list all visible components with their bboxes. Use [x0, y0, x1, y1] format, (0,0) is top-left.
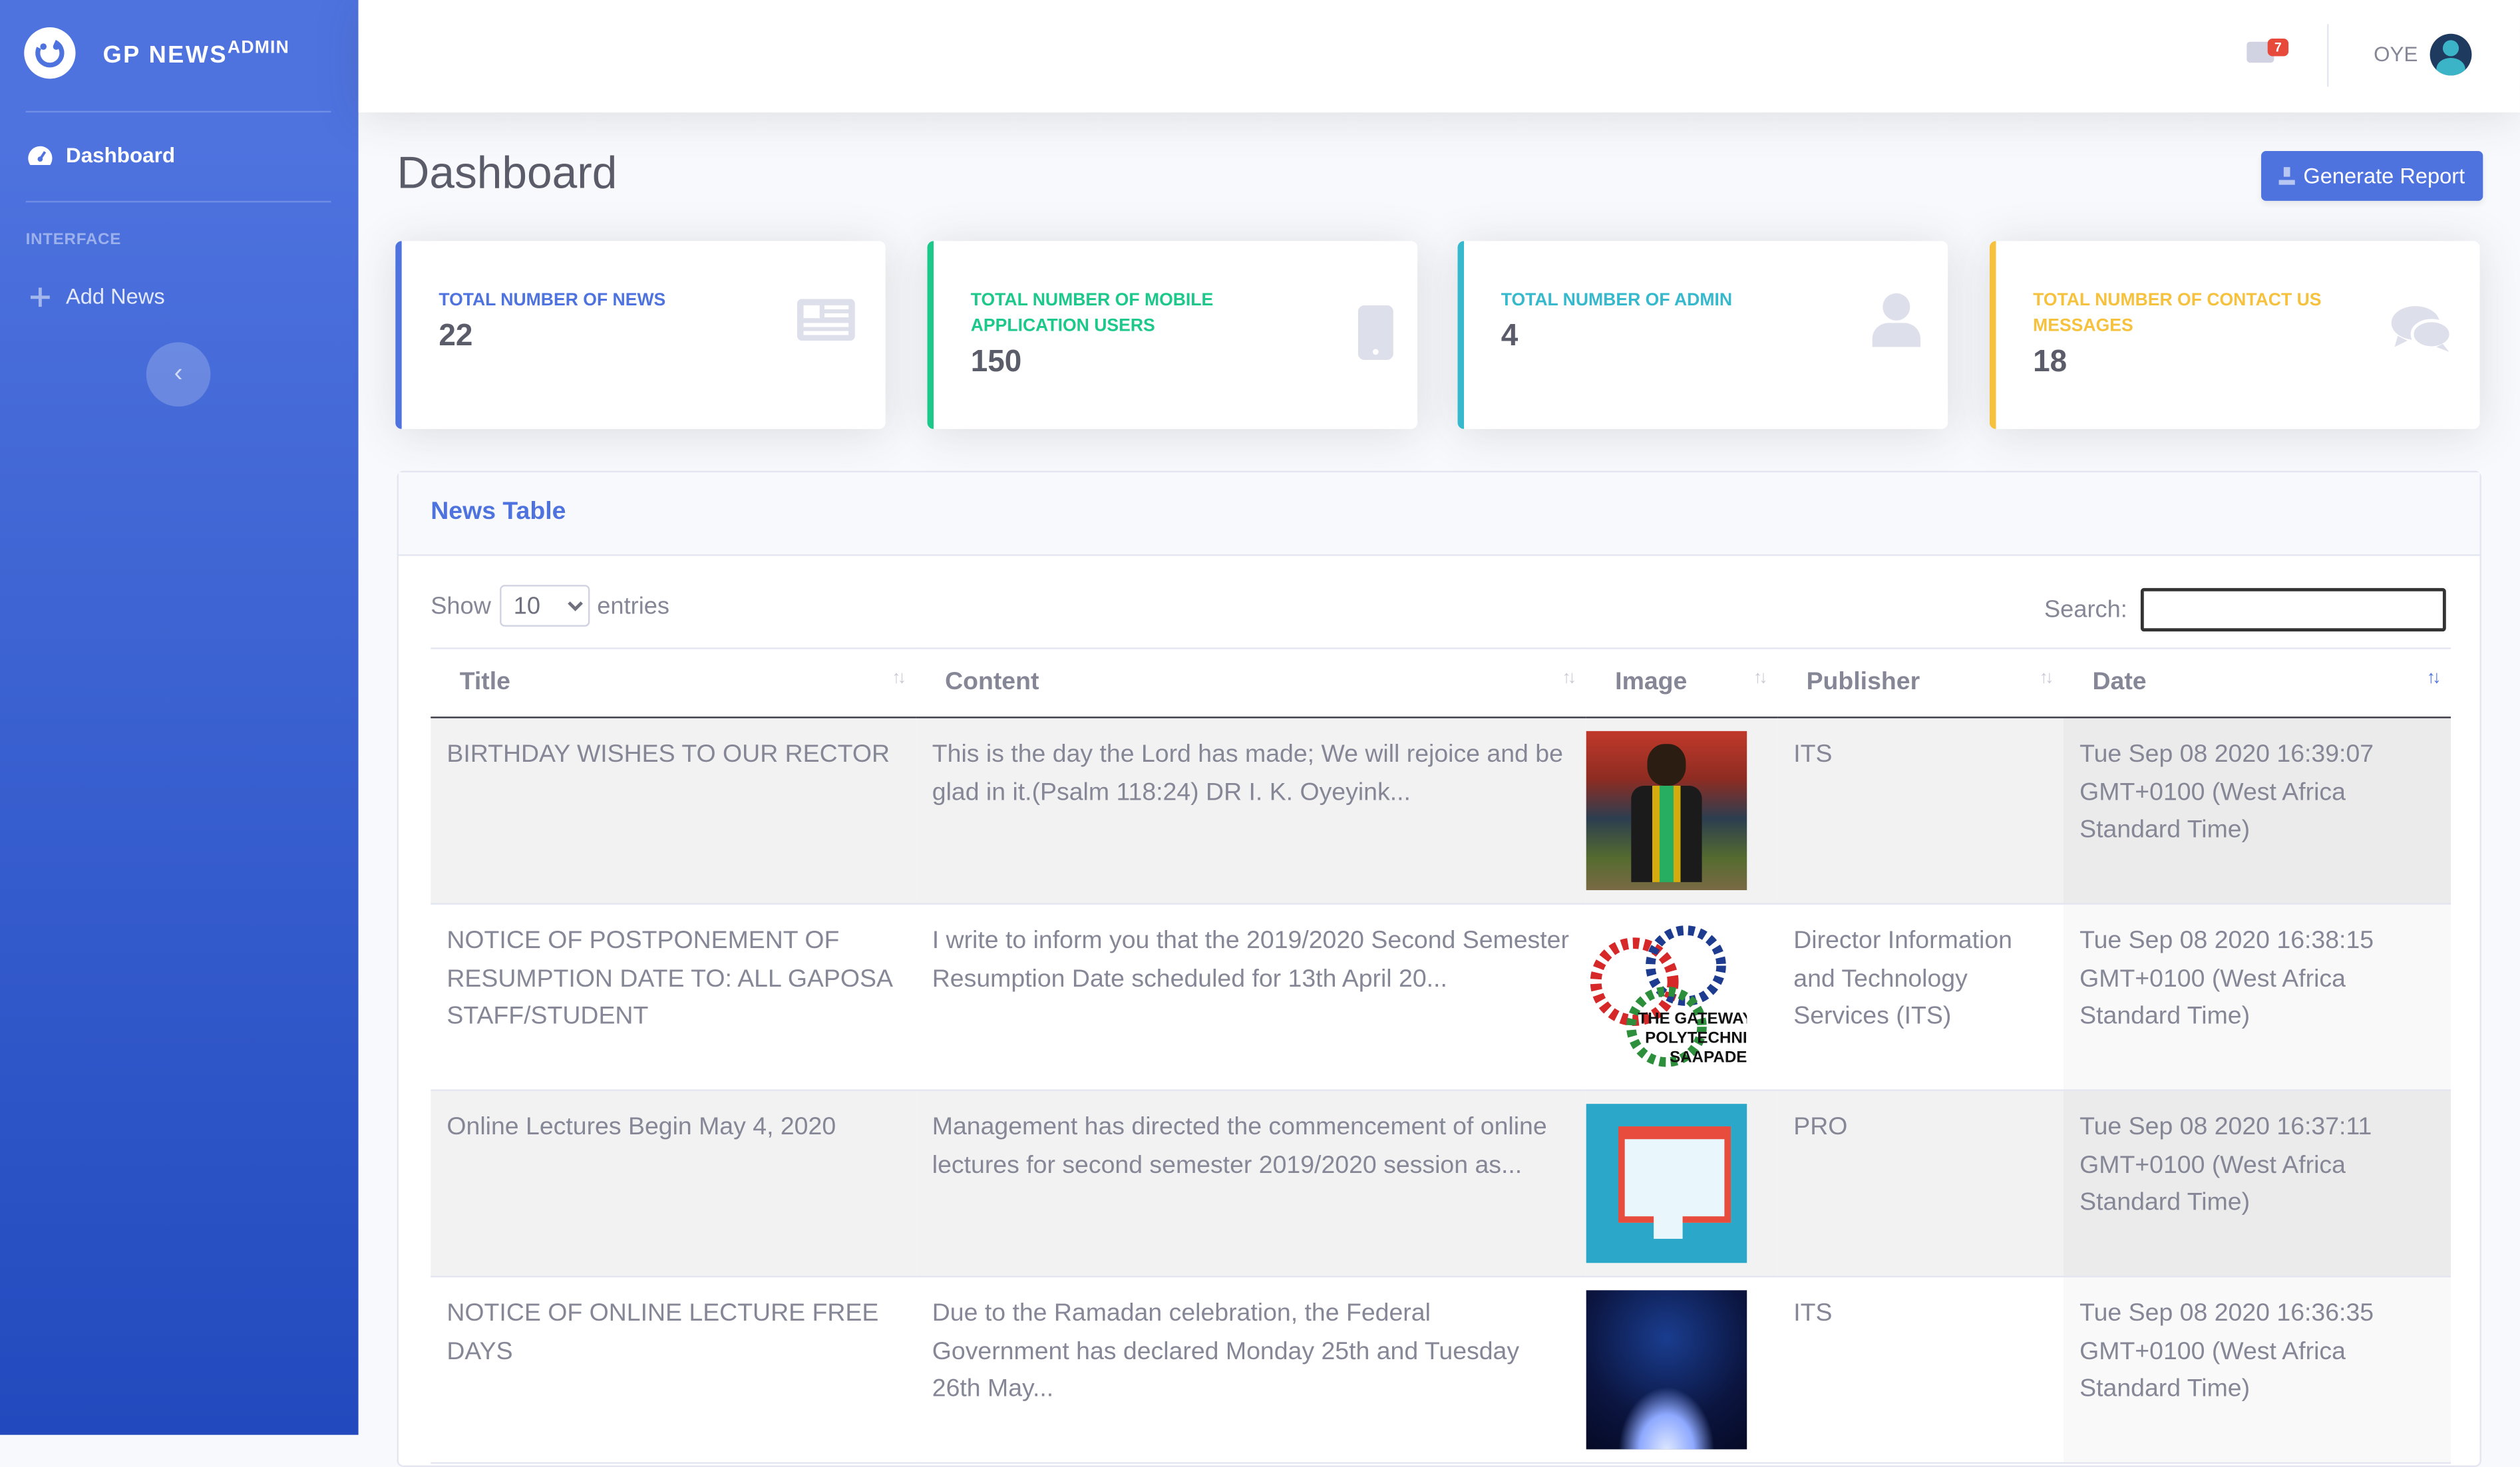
logo-line-2: POLYTECHNIC: [1645, 1029, 1747, 1047]
column-header-publisher[interactable]: Publisher ↑↓: [1777, 647, 2064, 719]
news-table-card: News Table Show 10 entries Search: Title…: [397, 470, 2481, 1467]
sort-icon: ↑↓: [2039, 668, 2054, 688]
stat-card-title: TOTAL NUMBER OF MOBILE APPLICATION USERS: [970, 291, 1214, 336]
cell-date: Tue Sep 08 2020 16:39:07 GMT+0100 (West …: [2063, 717, 2451, 905]
generate-report-button[interactable]: Generate Report: [2261, 151, 2483, 201]
stat-card-value: 18: [2033, 345, 2068, 379]
card-header: News Table: [398, 472, 2480, 556]
stat-card-value: 4: [1501, 319, 1519, 354]
column-header-date[interactable]: Date ↑↓: [2063, 647, 2451, 719]
plus-icon: [26, 283, 53, 310]
column-header-label: Title: [459, 668, 511, 696]
cell-content: This is the day the Lord has made; We wi…: [916, 717, 1586, 905]
cell-publisher: Director Information and Technology Serv…: [1777, 903, 2064, 1091]
column-header-label: Image: [1615, 668, 1688, 696]
stat-card-news: TOTAL NUMBER OF NEWS 22: [395, 241, 886, 429]
logo-line-3: SAAPADE: [1670, 1048, 1747, 1066]
cell-date: Tue Sep 08 2020 16:37:11 GMT+0100 (West …: [2063, 1090, 2451, 1278]
sidebar-item-add-news[interactable]: Add News: [26, 283, 165, 310]
entries-label: entries: [597, 591, 670, 620]
news-thumbnail-image: [1586, 1290, 1747, 1450]
search-input[interactable]: [2140, 587, 2446, 632]
news-thumbnail-image: [1586, 731, 1747, 890]
newspaper-icon: [797, 299, 855, 349]
tachometer-icon: [26, 142, 53, 169]
sidebar-divider: [25, 110, 331, 113]
laugh-wink-icon: [24, 27, 76, 79]
mobile-icon: [1357, 305, 1393, 368]
stat-card-title: TOTAL NUMBER OF NEWS: [439, 291, 666, 311]
sort-icon: ↑↓: [892, 668, 906, 688]
stat-card-mobile-users: TOTAL NUMBER OF MOBILE APPLICATION USERS…: [927, 241, 1418, 429]
sidebar-item-dashboard[interactable]: Dashboard: [26, 142, 175, 169]
table-row[interactable]: Online Lectures Begin May 4, 2020 Manage…: [431, 1090, 2451, 1278]
sort-icon: ↑↓: [1753, 668, 1768, 688]
user-name[interactable]: OYE: [2374, 42, 2418, 66]
sidebar-item-label: Dashboard: [66, 142, 176, 168]
entries-length-control: Show 10 entries: [431, 585, 669, 627]
cell-content: I write to inform you that the 2019/2020…: [916, 903, 1586, 1091]
sidebar-heading: INTERFACE: [25, 231, 122, 249]
cell-title: BIRTHDAY WISHES TO OUR RECTOR: [431, 717, 916, 905]
column-header-title[interactable]: Title ↑↓: [431, 647, 916, 719]
stat-card-value: 22: [439, 319, 473, 354]
cell-image: THE GATEWAY POLYTECHNIC SAAPADE: [1586, 903, 1778, 1091]
column-header-image[interactable]: Image ↑↓: [1586, 647, 1778, 719]
chevron-left-icon: ‹: [174, 359, 183, 388]
cell-date: Tue Sep 08 2020 16:38:15 GMT+0100 (West …: [2063, 903, 2451, 1091]
cell-publisher: PRO: [1777, 1090, 2064, 1278]
brand-link[interactable]: GP NEWSADMIN: [24, 26, 289, 81]
table-header-row: Title ↑↓ Content ↑↓ Image ↑↓ Publisher ↑↓ Da…: [431, 647, 2451, 719]
sort-icon: ↑↓: [1562, 668, 1576, 688]
column-header-label: Content: [945, 668, 1039, 696]
topbar: 7 OYE: [358, 0, 2520, 113]
search-label: Search:: [2044, 596, 2127, 624]
news-table: Title ↑↓ Content ↑↓ Image ↑↓ Publisher ↑↓ Da…: [431, 647, 2451, 1464]
sidebar-item-label: Add News: [66, 284, 165, 309]
column-header-content[interactable]: Content ↑↓: [916, 647, 1586, 719]
logo-line-1: THE GATEWAY: [1638, 1009, 1747, 1027]
cell-publisher: ITS: [1777, 717, 2064, 905]
column-header-label: Publisher: [1806, 668, 1920, 696]
gateway-polytechnic-logo-image: THE GATEWAY POLYTECHNIC SAAPADE: [1586, 917, 1759, 1077]
comments-icon: [2391, 305, 2453, 362]
generate-report-label: Generate Report: [2303, 164, 2465, 188]
sidebar-divider: [25, 200, 331, 203]
cell-image: [1586, 1090, 1778, 1278]
brand-text: GP NEWSADMIN: [102, 37, 290, 69]
card-title: News Table: [431, 498, 566, 526]
search-filter: Search:: [2044, 587, 2446, 632]
sidebar: GP NEWSADMIN Dashboard INTERFACE Add New…: [0, 0, 359, 1435]
stat-card-contact-messages: TOTAL NUMBER OF CONTACT US MESSAGES 18: [1989, 241, 2480, 429]
table-row[interactable]: NOTICE OF POSTPONEMENT OF RESUMPTION DAT…: [431, 903, 2451, 1091]
user-icon: [1872, 293, 1921, 355]
cell-image: [1586, 717, 1778, 905]
entries-select[interactable]: 10: [498, 585, 590, 627]
cell-title: NOTICE OF POSTPONEMENT OF RESUMPTION DAT…: [431, 903, 916, 1091]
download-icon: [2279, 167, 2296, 185]
cell-content: Management has directed the commencement…: [916, 1090, 1586, 1278]
cell-title: Online Lectures Begin May 4, 2020: [431, 1090, 916, 1278]
show-label: Show: [431, 591, 491, 620]
table-row[interactable]: BIRTHDAY WISHES TO OUR RECTOR This is th…: [431, 717, 2451, 905]
sidebar-toggle-button[interactable]: ‹: [146, 342, 211, 407]
stat-card-admin: TOTAL NUMBER OF ADMIN 4: [1457, 241, 1948, 429]
user-avatar-icon[interactable]: [2430, 33, 2472, 76]
page-title: Dashboard: [397, 148, 618, 198]
stat-card-value: 150: [970, 345, 1022, 379]
stat-card-title: TOTAL NUMBER OF ADMIN: [1501, 291, 1733, 311]
column-header-label: Date: [2092, 668, 2147, 696]
sort-desc-icon: ↑↓: [2426, 668, 2441, 688]
news-thumbnail-image: [1586, 1104, 1747, 1263]
messages-count-badge: 7: [2267, 38, 2289, 57]
topbar-divider: [2327, 24, 2329, 87]
stat-card-title: TOTAL NUMBER OF CONTACT US MESSAGES: [2033, 291, 2322, 336]
